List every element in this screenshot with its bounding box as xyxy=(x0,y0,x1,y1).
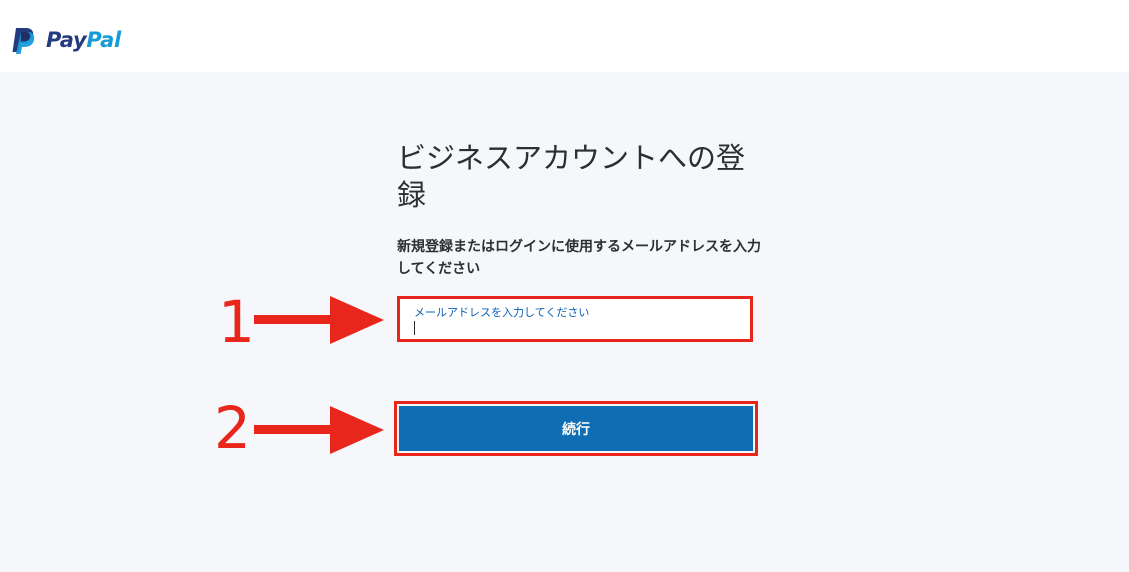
page-title: ビジネスアカウントへの登録 xyxy=(397,141,746,212)
paypal-p-icon xyxy=(12,28,35,54)
email-instruction: 新規登録またはログインに使用するメールアドレスを入力してください xyxy=(397,239,761,277)
right-arrow-icon xyxy=(254,406,384,454)
step-2-label: 2 xyxy=(214,394,251,462)
email-field[interactable]: メールアドレスを入力してください xyxy=(397,296,753,342)
paypal-wordmark: PayPal xyxy=(46,28,121,52)
text-cursor xyxy=(414,321,415,335)
continue-button[interactable]: 続行 xyxy=(399,406,753,451)
email-field-label: メールアドレスを入力してください xyxy=(414,306,590,319)
header-bar: PayPal xyxy=(0,0,1129,72)
right-arrow-icon xyxy=(254,296,384,344)
paypal-logo[interactable]: PayPal xyxy=(10,24,121,56)
continue-highlight: 続行 xyxy=(394,401,758,456)
step-1-label: 1 xyxy=(218,288,255,356)
